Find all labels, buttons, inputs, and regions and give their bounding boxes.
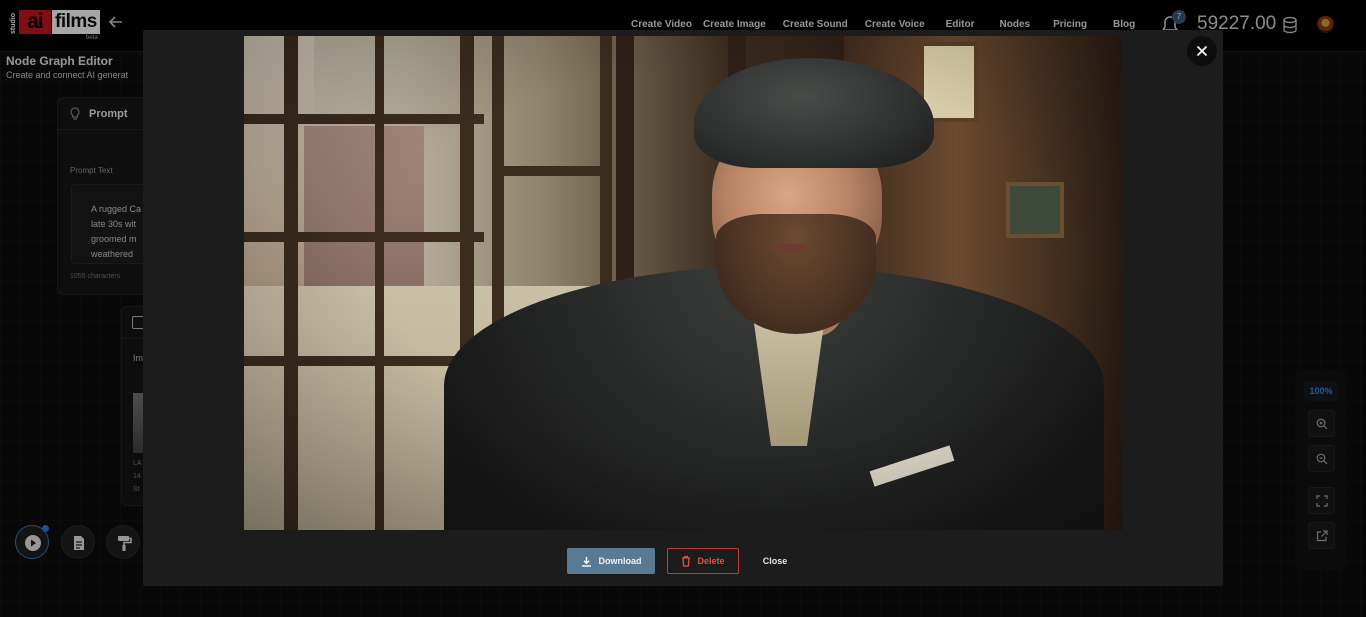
image-preview-modal: Download Delete Close xyxy=(143,30,1223,586)
preview-image xyxy=(244,36,1122,530)
close-icon[interactable] xyxy=(1187,36,1217,66)
trash-icon xyxy=(682,555,691,567)
photo-vignette xyxy=(244,36,1122,530)
download-label: Download xyxy=(598,556,642,566)
download-button[interactable]: Download xyxy=(567,548,655,574)
modal-actions: Download Delete Close xyxy=(567,548,797,574)
close-button[interactable]: Close xyxy=(753,548,797,574)
delete-button[interactable]: Delete xyxy=(667,548,739,574)
download-icon xyxy=(581,556,591,567)
delete-label: Delete xyxy=(697,556,725,566)
